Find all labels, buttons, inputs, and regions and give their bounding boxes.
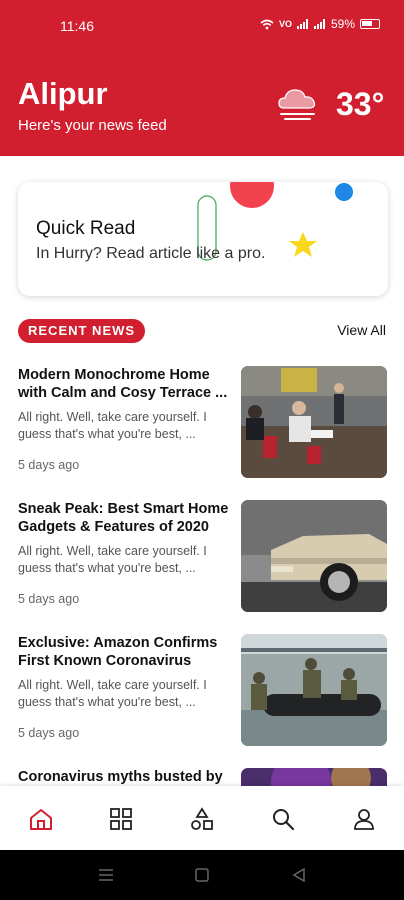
nav-home[interactable] [28,806,54,832]
volte-icon: VO [278,19,292,29]
news-title: Modern Monochrome Home with Calm and Cos… [18,367,228,401]
back-icon[interactable] [292,868,306,882]
battery-icon [360,19,380,29]
news-time: 5 days ago [18,592,80,606]
news-excerpt: All right. Well, take care yourself. I g… [18,544,207,575]
status-bar: 11:46 VO 59% [0,0,404,52]
square-icon[interactable] [195,868,209,882]
view-all-link[interactable]: View All [337,322,386,338]
news-title: Sneak Peak: Best Smart Home Gadgets & Fe… [18,501,229,535]
weather-widget[interactable] [276,84,320,124]
app-header: 11:46 VO 59% Alipur Here's your news fee… [0,0,404,156]
signal-2-icon [313,19,326,29]
nav-profile[interactable] [351,806,377,832]
status-icons: VO 59% [260,17,380,31]
news-thumbnail [241,768,387,786]
news-time: 5 days ago [18,458,80,472]
news-item[interactable]: Sneak Peak: Best Smart Home Gadgets & Fe… [0,500,404,616]
news-thumbnail [241,634,387,746]
nav-explore[interactable] [189,806,215,832]
status-time: 11:46 [60,18,94,34]
recent-news-badge: RECENT NEWS [18,319,146,343]
quick-read-card[interactable]: Quick Read In Hurry? Read article like a… [18,182,388,296]
news-title: Coronavirus myths busted by [18,769,223,785]
news-item[interactable]: Exclusive: Amazon Confirms First Known C… [0,634,404,750]
battery-percent: 59% [330,17,355,31]
menu-icon[interactable] [98,868,114,882]
home-icon [30,809,52,830]
news-excerpt: All right. Well, take care yourself. I g… [18,410,207,441]
shapes-icon [191,807,213,830]
bottom-navigation [0,786,404,850]
city-name: Alipur [18,76,108,111]
nav-search[interactable] [270,806,296,832]
grid-icon [110,808,132,830]
search-icon [273,809,295,831]
quick-read-title: Quick Read [36,218,136,239]
news-excerpt: All right. Well, take care yourself. I g… [18,678,207,709]
cloud-icon [278,89,316,120]
wifi-icon [260,19,274,29]
temperature: 33° [336,86,385,122]
profile-icon [354,809,374,830]
news-title: Exclusive: Amazon Confirms First Known C… [18,635,218,669]
news-time: 5 days ago [18,726,80,740]
news-thumbnail [241,366,387,478]
nav-categories[interactable] [108,806,134,832]
news-item[interactable]: Coronavirus myths busted by [0,768,404,786]
feed-subtitle: Here's your news feed [18,117,167,134]
news-item[interactable]: Modern Monochrome Home with Calm and Cos… [0,366,404,482]
news-thumbnail [241,500,387,612]
quick-read-description: In Hurry? Read article like a pro. [36,245,266,262]
signal-1-icon [296,19,309,29]
system-navigation-bar [0,850,404,900]
